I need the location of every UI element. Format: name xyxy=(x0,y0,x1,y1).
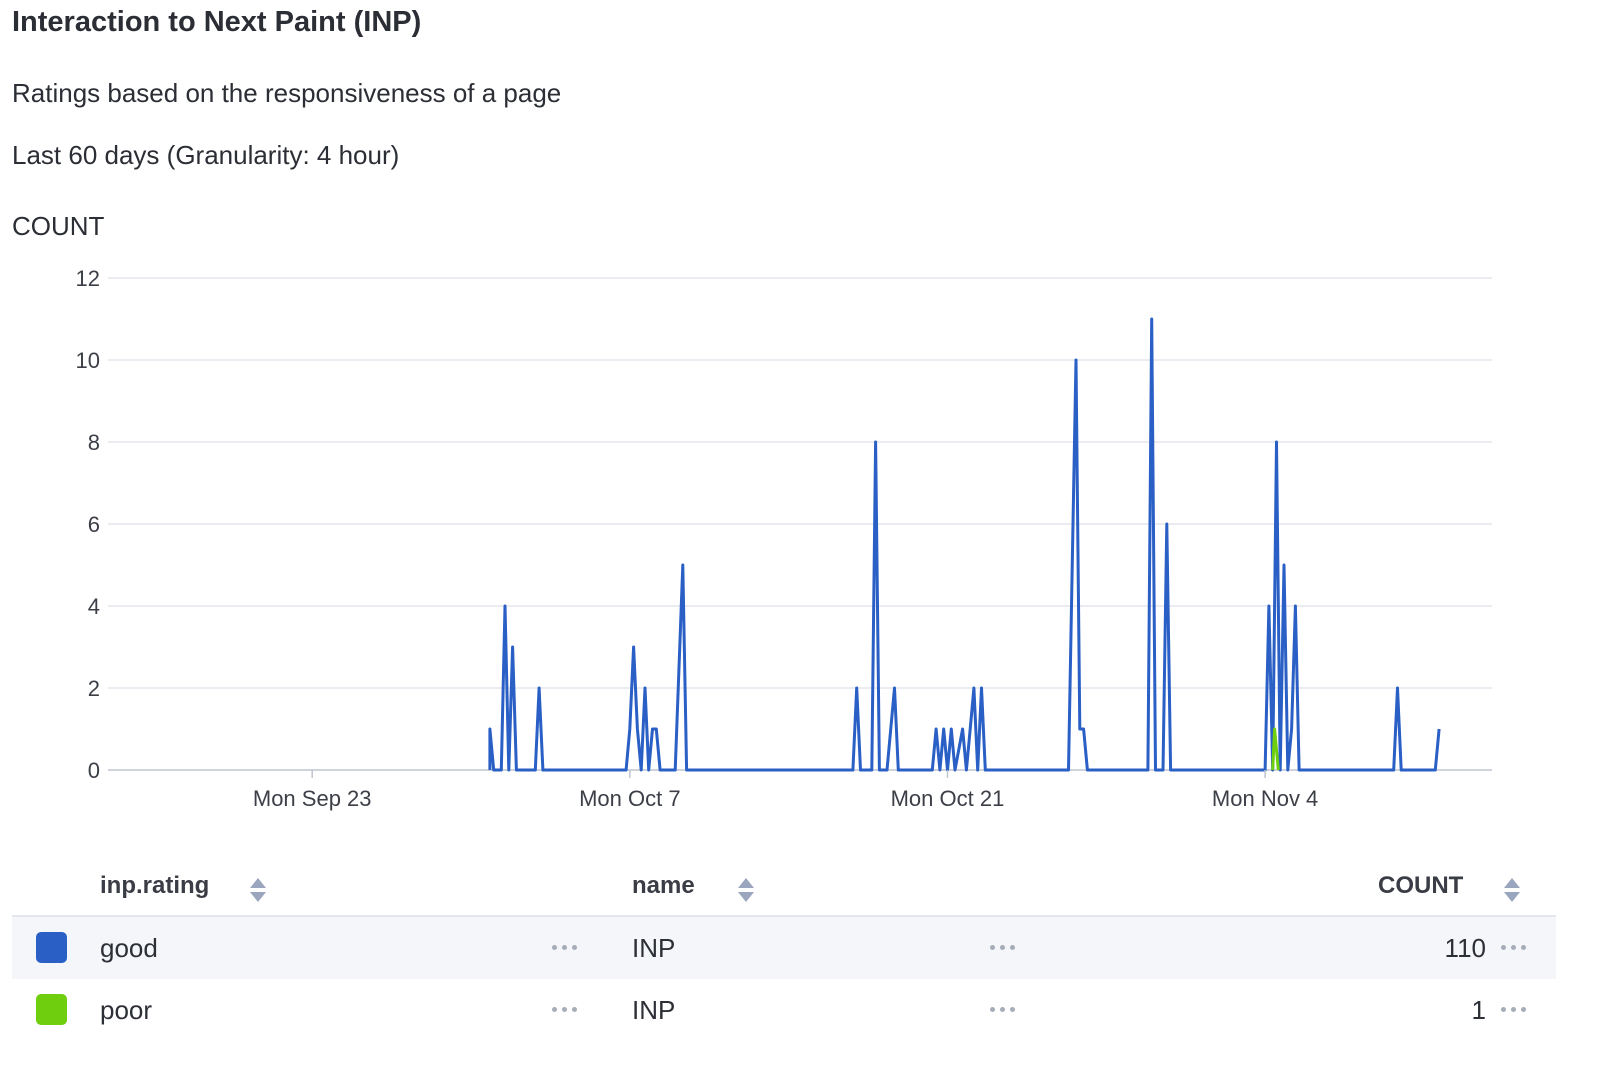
more-options-icon[interactable] xyxy=(1501,945,1529,951)
y-tick-label: 0 xyxy=(88,758,100,783)
sort-count-icon[interactable] xyxy=(1504,878,1520,904)
more-options-icon[interactable] xyxy=(552,1007,580,1013)
count-cell: 110 xyxy=(1444,933,1486,963)
sort-rating-icon[interactable] xyxy=(250,878,266,904)
series-color-swatch[interactable] xyxy=(36,932,67,963)
y-axis-label: COUNT xyxy=(12,211,105,241)
more-options-icon[interactable] xyxy=(990,945,1018,951)
table-row[interactable]: poor INP 1 xyxy=(12,979,1556,1041)
y-tick-label: 4 xyxy=(88,594,100,619)
chart-subtitle: Ratings based on the responsiveness of a… xyxy=(12,78,562,108)
name-cell: INP xyxy=(632,995,676,1025)
series-line-poor[interactable] xyxy=(1271,727,1280,771)
y-tick-label: 12 xyxy=(76,266,100,291)
column-header-count[interactable]: COUNT xyxy=(1378,872,1463,900)
legend-table: inp.rating name COUNT good INP 110 poor … xyxy=(12,858,1556,1041)
column-header-name[interactable]: name xyxy=(632,872,695,900)
rating-cell: good xyxy=(100,933,158,963)
x-tick-label: Mon Oct 7 xyxy=(579,786,680,811)
chart-title: Interaction to Next Paint (INP) xyxy=(12,6,422,38)
column-header-rating[interactable]: inp.rating xyxy=(100,872,209,900)
table-header: inp.rating name COUNT xyxy=(12,858,1556,917)
x-tick-label: Mon Nov 4 xyxy=(1212,786,1318,811)
count-cell: 1 xyxy=(1471,995,1486,1025)
x-tick-label: Mon Sep 23 xyxy=(253,786,372,811)
series-line-good[interactable] xyxy=(488,317,1441,772)
y-tick-label: 8 xyxy=(88,430,100,455)
x-tick-label: Mon Oct 21 xyxy=(891,786,1005,811)
y-tick-label: 2 xyxy=(88,676,100,701)
inp-line-chart: 0 2 4 6 8 10 12 Mon Sep 23 Mon Oct 7 Mon Oct 21 M… xyxy=(76,266,1492,811)
more-options-icon[interactable] xyxy=(552,945,580,951)
rating-cell: poor xyxy=(100,995,153,1025)
table-row[interactable]: good INP 110 xyxy=(12,917,1556,979)
more-options-icon[interactable] xyxy=(990,1007,1018,1013)
name-cell: INP xyxy=(632,933,676,963)
sort-name-icon[interactable] xyxy=(738,878,754,904)
time-range-label: Last 60 days (Granularity: 4 hour) xyxy=(12,140,400,170)
y-tick-label: 10 xyxy=(76,348,100,373)
y-tick-label: 6 xyxy=(88,512,100,537)
series-color-swatch[interactable] xyxy=(36,994,67,1025)
more-options-icon[interactable] xyxy=(1501,1007,1529,1013)
